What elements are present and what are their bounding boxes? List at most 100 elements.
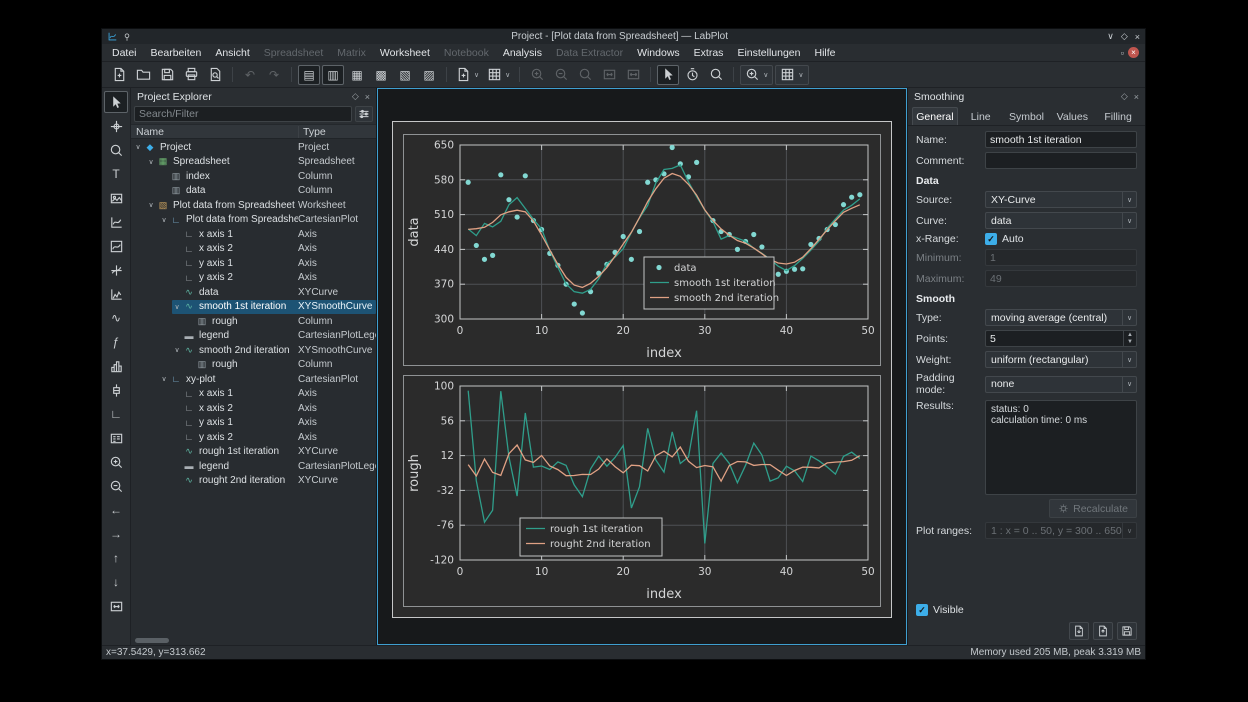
- curve-select[interactable]: data ∨: [985, 212, 1137, 229]
- navigation-mode-button[interactable]: [681, 65, 703, 85]
- menu-datei[interactable]: Datei: [105, 46, 144, 60]
- tree-item-x-axis-2[interactable]: ∟x axis 2Axis: [172, 401, 376, 416]
- tree-item-index[interactable]: ▥indexColumn: [159, 169, 376, 184]
- smoothing-dock-header[interactable]: Smoothing ◇ ×: [908, 88, 1145, 105]
- type-select[interactable]: moving average (central) ∨: [985, 309, 1137, 326]
- tree-item-xy-plot[interactable]: ∨∟xy-plotCartesianPlot: [159, 372, 376, 387]
- tree-item-plot-data-from-spreadsheet[interactable]: ∨∟Plot data from SpreadsheetCartesianPlo…: [159, 213, 376, 228]
- subwindow-restore-icon[interactable]: ▫: [1121, 48, 1124, 58]
- column-header-type[interactable]: Type: [298, 126, 376, 138]
- pin-icon[interactable]: [122, 32, 132, 42]
- menu-hilfe[interactable]: Hilfe: [807, 46, 842, 60]
- subwindow-close-icon[interactable]: ×: [1128, 47, 1139, 58]
- menu-bearbeiten[interactable]: Bearbeiten: [144, 46, 209, 60]
- tree-item-spreadsheet[interactable]: ∨▦SpreadsheetSpreadsheet: [146, 155, 376, 170]
- shift-up-button[interactable]: ↑: [104, 547, 128, 569]
- open-project-button[interactable]: [132, 65, 154, 85]
- padding-mode-select[interactable]: none ∨: [985, 376, 1137, 393]
- template-load-button[interactable]: [1069, 622, 1089, 640]
- add-equation-curve-button[interactable]: ƒ: [104, 331, 128, 353]
- add-text-label-button[interactable]: T: [104, 163, 128, 185]
- toggle-project-explorer-button[interactable]: ▤: [298, 65, 320, 85]
- zoom-select-mode-button[interactable]: [705, 65, 727, 85]
- add-plot-two-axes-button[interactable]: [104, 235, 128, 257]
- plot-data-from-spreadsheet-plot[interactable]: 01020304050300370440510580650indexdatada…: [403, 134, 881, 366]
- float-dock-icon[interactable]: ◇: [1121, 91, 1128, 102]
- auto-scale-button[interactable]: [104, 595, 128, 617]
- presenter-mode-combo[interactable]: ∨: [775, 65, 808, 85]
- menu-worksheet[interactable]: Worksheet: [373, 46, 437, 60]
- toggle-properties-dock-button[interactable]: ▥: [322, 65, 344, 85]
- add-plot-four-axes-button[interactable]: [104, 211, 128, 233]
- spin-down-icon[interactable]: ▼: [1124, 339, 1136, 347]
- zoom-out-tool-button[interactable]: [104, 475, 128, 497]
- tree-item-y-axis-1[interactable]: ∟y axis 1Axis: [172, 416, 376, 431]
- xy-plot[interactable]: 01020304050-120-76-321256100indexroughro…: [403, 375, 881, 607]
- horizontal-layout-button[interactable]: ▩: [370, 65, 392, 85]
- tree-item-y-axis-1[interactable]: ∟y axis 1Axis: [172, 256, 376, 271]
- tree-item-x-axis-1[interactable]: ∟x axis 1Axis: [172, 227, 376, 242]
- tree-item-x-axis-1[interactable]: ∟x axis 1Axis: [172, 387, 376, 402]
- tree-item-plot-data-from-spreadsheet[interactable]: ∨▧Plot data from SpreadsheetWorksheet: [146, 198, 376, 213]
- tab-general[interactable]: General: [912, 107, 958, 125]
- select-mode-button[interactable]: [657, 65, 679, 85]
- tab-values[interactable]: Values: [1049, 107, 1095, 125]
- name-field[interactable]: [985, 131, 1137, 148]
- tab-filling[interactable]: Filling: [1095, 107, 1141, 125]
- tree-item-rough[interactable]: ▥roughColumn: [185, 314, 376, 329]
- expander-down-icon[interactable]: ∨: [133, 143, 143, 151]
- column-header-name[interactable]: Name: [131, 126, 298, 138]
- tree-item-y-axis-2[interactable]: ∟y axis 2Axis: [172, 430, 376, 445]
- vertical-layout-button[interactable]: ▦: [346, 65, 368, 85]
- horizontal-scrollbar[interactable]: [135, 638, 169, 643]
- add-image-button[interactable]: [104, 187, 128, 209]
- close-dock-icon[interactable]: ×: [1134, 92, 1139, 102]
- tree-item-project[interactable]: ∨◆ProjectProject: [133, 140, 376, 155]
- expander-down-icon[interactable]: ∨: [159, 375, 169, 383]
- add-plot-line-button[interactable]: [104, 283, 128, 305]
- maximize-button[interactable]: ◇: [1121, 31, 1128, 42]
- filter-options-button[interactable]: [355, 106, 373, 122]
- grid-layout-button[interactable]: ▧: [394, 65, 416, 85]
- minimize-button[interactable]: ∨: [1107, 31, 1114, 42]
- plot-svg[interactable]: 01020304050-120-76-321256100indexroughro…: [404, 376, 880, 606]
- auto-checkbox[interactable]: ✓: [985, 233, 997, 245]
- magnification-combo[interactable]: ∨: [740, 65, 773, 85]
- select-tool-button[interactable]: [104, 91, 128, 113]
- tab-symbol[interactable]: Symbol: [1004, 107, 1050, 125]
- plot-svg[interactable]: 01020304050300370440510580650indexdatada…: [404, 135, 880, 365]
- tree-item-data[interactable]: ∿dataXYCurve: [172, 285, 376, 300]
- new-project-button[interactable]: [108, 65, 130, 85]
- expander-down-icon[interactable]: ∨: [172, 303, 182, 311]
- project-explorer-header[interactable]: Project Explorer ◇ ×: [131, 88, 376, 105]
- menu-windows[interactable]: Windows: [630, 46, 687, 60]
- crosshair-tool-button[interactable]: [104, 115, 128, 137]
- tree-item-legend[interactable]: ▬legendCartesianPlotLegend: [172, 459, 376, 474]
- comment-field[interactable]: [985, 152, 1137, 169]
- points-stepper[interactable]: 5 ▲ ▼: [985, 330, 1137, 347]
- expander-down-icon[interactable]: ∨: [146, 158, 156, 166]
- print-preview-button[interactable]: [204, 65, 226, 85]
- spin-up-icon[interactable]: ▲: [1124, 331, 1136, 339]
- add-plot-centered-axes-button[interactable]: [104, 259, 128, 281]
- titlebar[interactable]: Project - [Plot data from Spreadsheet] —…: [102, 29, 1145, 44]
- add-xy-curve-button[interactable]: ∿: [104, 307, 128, 329]
- shift-down-button[interactable]: ↓: [104, 571, 128, 593]
- tab-line[interactable]: Line: [958, 107, 1004, 125]
- shift-left-button[interactable]: ←: [104, 499, 128, 521]
- add-histogram-button[interactable]: [104, 355, 128, 377]
- add-boxplot-button[interactable]: [104, 379, 128, 401]
- tree-item-y-axis-2[interactable]: ∟y axis 2Axis: [172, 271, 376, 286]
- worksheet-canvas[interactable]: 01020304050300370440510580650indexdatada…: [392, 121, 892, 618]
- expander-down-icon[interactable]: ∨: [146, 201, 156, 209]
- tree-item-rought-2nd-iteration[interactable]: ∿rought 2nd iterationXYCurve: [172, 474, 376, 489]
- zoom-select-tool-button[interactable]: [104, 139, 128, 161]
- save-project-button[interactable]: [156, 65, 178, 85]
- add-worksheet-button[interactable]: ∨: [453, 65, 482, 85]
- break-layout-button[interactable]: ▨: [418, 65, 440, 85]
- visible-checkbox[interactable]: ✓: [916, 604, 928, 616]
- expander-down-icon[interactable]: ∨: [172, 346, 182, 354]
- add-legend-button[interactable]: [104, 427, 128, 449]
- print-button[interactable]: [180, 65, 202, 85]
- tree-column-headers[interactable]: Name Type: [131, 124, 376, 139]
